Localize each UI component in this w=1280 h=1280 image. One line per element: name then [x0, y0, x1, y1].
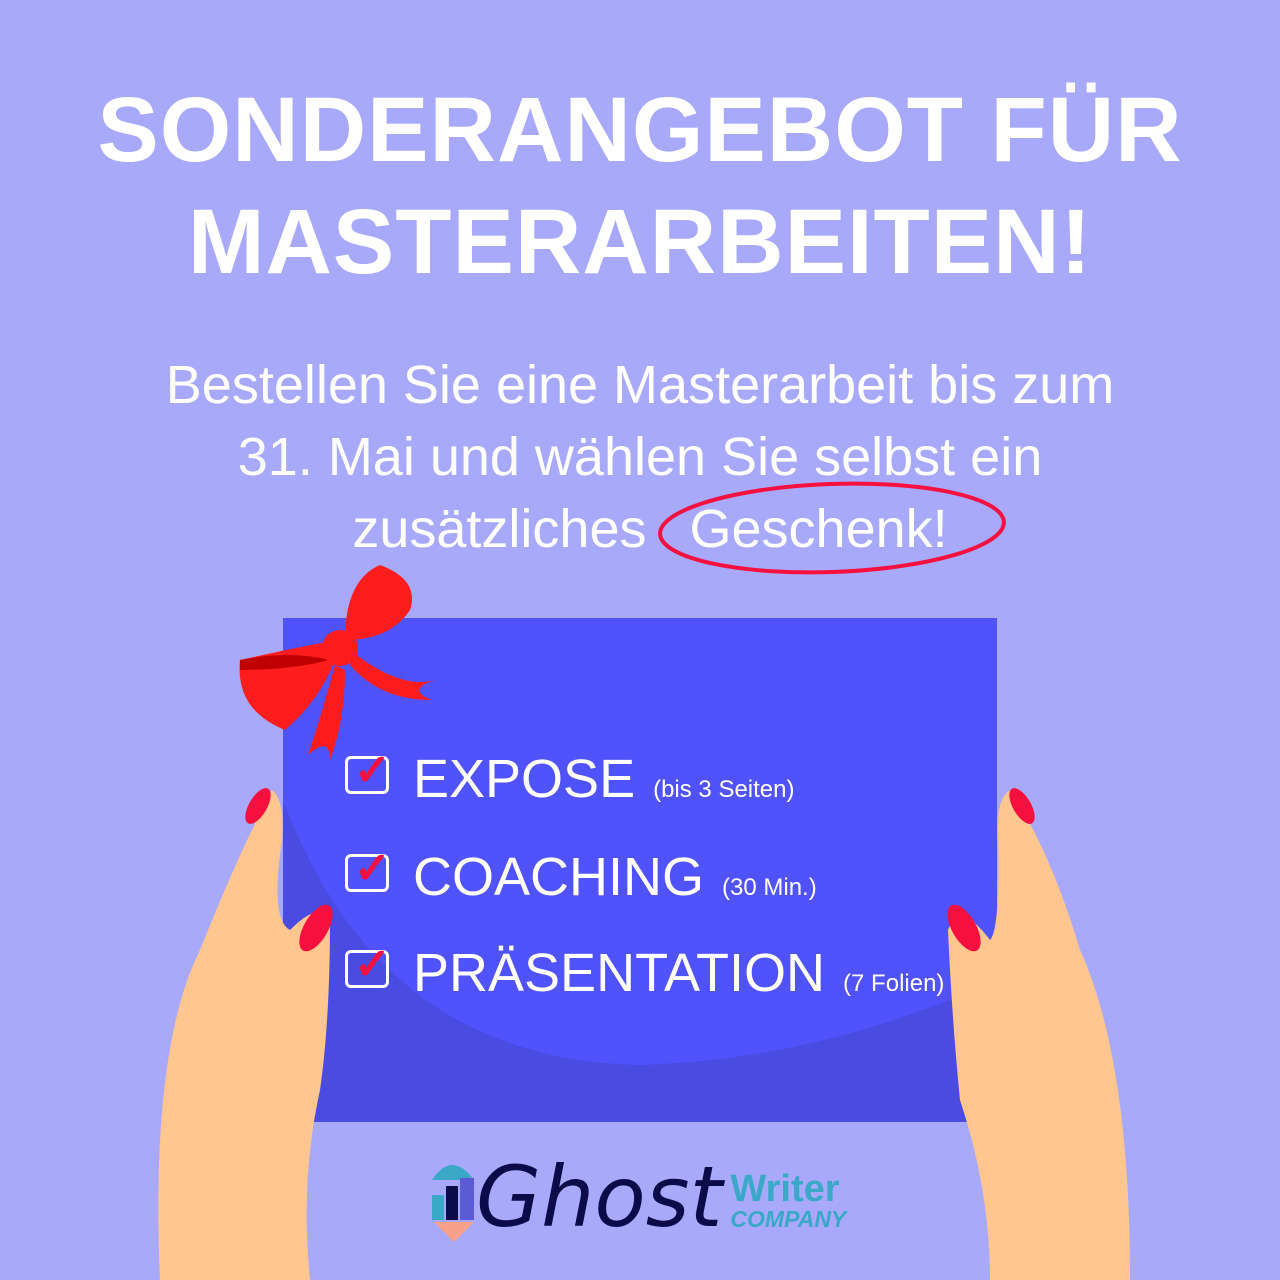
- logo-writer-text: Writer: [730, 1168, 840, 1210]
- logo-company-text: COMPANY: [730, 1206, 847, 1232]
- gift-item-coaching: ✓ COACHING (30 Min.): [345, 844, 817, 908]
- gift-item-presentation: ✓ PRÄSENTATION (7 Folien): [345, 940, 945, 1004]
- checkbox-checked-icon: ✓: [345, 746, 391, 795]
- company-logo: Ghost Writer COMPANY: [428, 1155, 846, 1239]
- gift-label: EXPOSE: [413, 749, 636, 809]
- logo-ghost-text: Ghost: [476, 1148, 723, 1246]
- highlight-circle: [658, 481, 1006, 575]
- gift-label: PRÄSENTATION: [413, 943, 826, 1003]
- gift-detail: (7 Folien): [843, 970, 945, 997]
- gift-item-expose: ✓ EXPOSE (bis 3 Seiten): [345, 746, 795, 810]
- gift-detail: (bis 3 Seiten): [653, 776, 795, 803]
- checkbox-checked-icon: ✓: [345, 844, 391, 893]
- checkbox-checked-icon: ✓: [345, 940, 391, 989]
- gift-label: COACHING: [413, 847, 705, 907]
- gift-detail: (30 Min.): [722, 874, 817, 901]
- gift-card-illustration: [158, 481, 1130, 1280]
